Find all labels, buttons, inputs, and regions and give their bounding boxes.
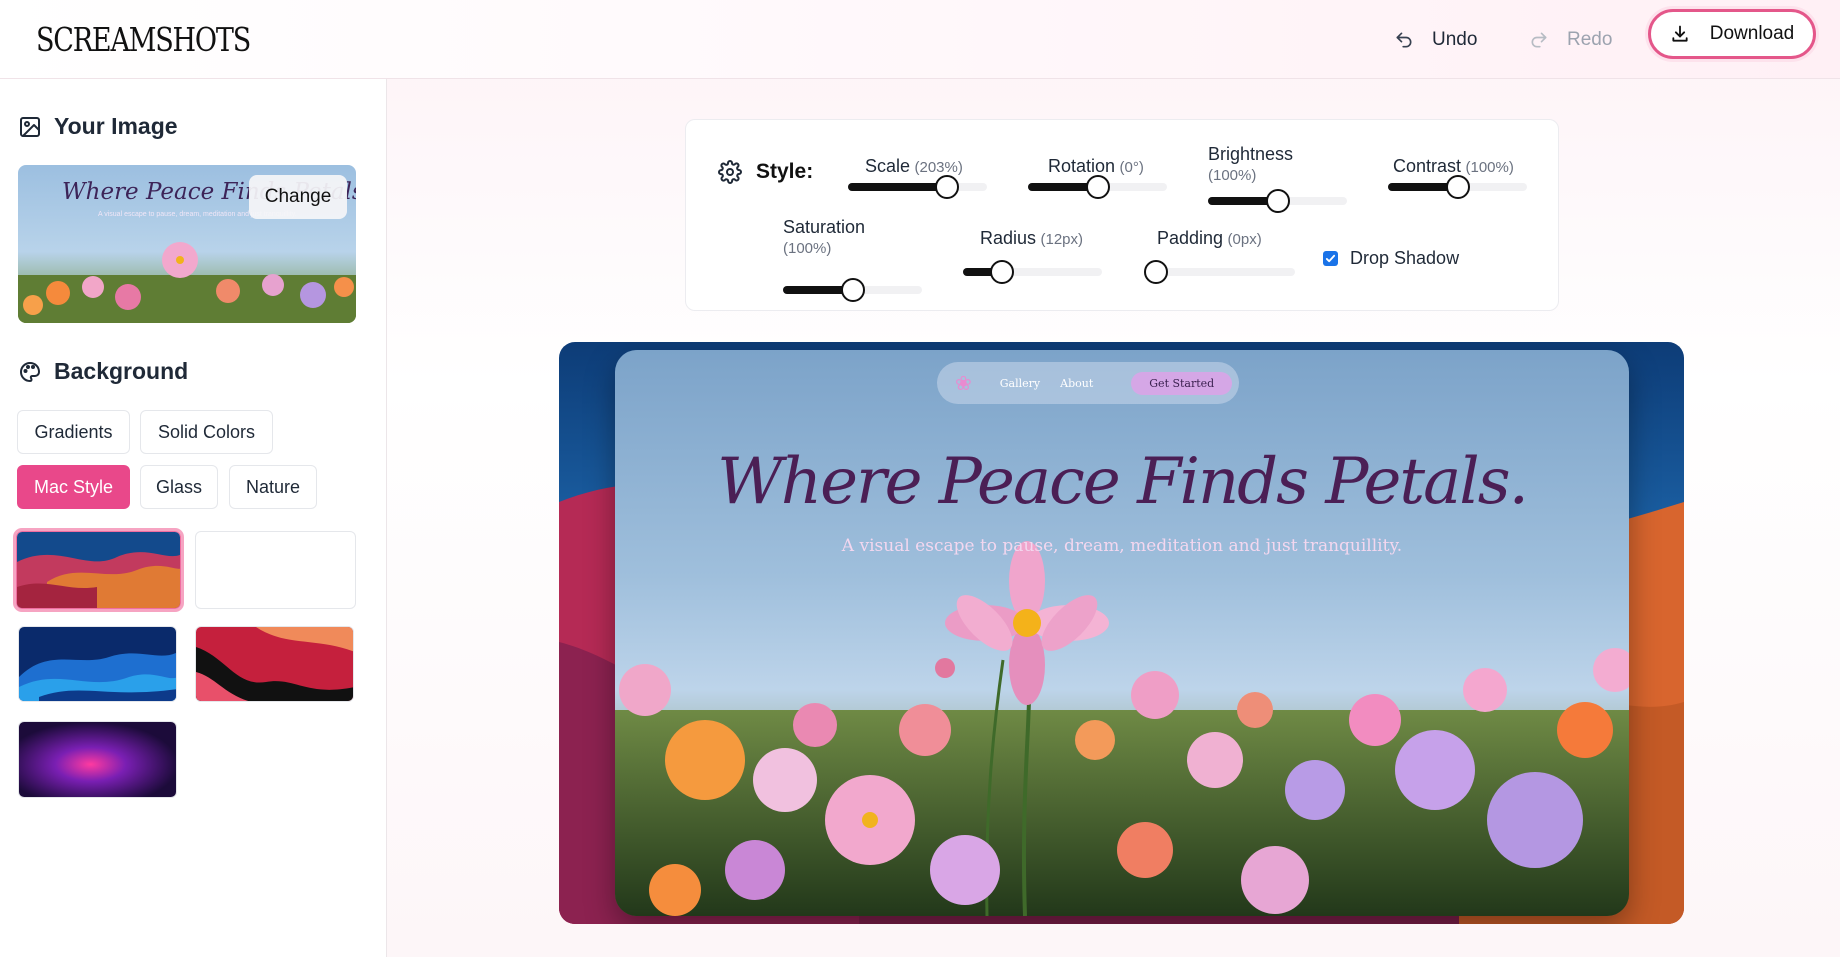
your-image-heading: Your Image xyxy=(18,113,178,140)
radius-value: (12px) xyxy=(1040,231,1084,248)
undo-button[interactable]: Undo xyxy=(1394,20,1477,60)
tab-mac-style[interactable]: Mac Style xyxy=(17,465,130,509)
preview-get-started: Get Started xyxy=(1131,371,1233,395)
scale-value: (203%) xyxy=(914,159,963,176)
swatch-blank-white[interactable] xyxy=(195,531,356,609)
rotation-label: Rotation xyxy=(1048,156,1116,176)
undo-icon xyxy=(1396,32,1412,48)
swatch-mac-blue-waves[interactable] xyxy=(18,626,177,702)
saturation-label: Saturation xyxy=(783,217,866,237)
padding-value: (0px) xyxy=(1227,231,1262,248)
scale-label: Scale xyxy=(865,156,911,176)
style-panel: Style: Scale (203%) Rotation (0°) Bright… xyxy=(685,119,1559,311)
scale-fill xyxy=(848,183,947,191)
tab-gradients[interactable]: Gradients xyxy=(17,410,130,454)
undo-label: Undo xyxy=(1432,29,1478,50)
flower-field-art xyxy=(615,541,1629,916)
saturation-value: (100%) xyxy=(783,240,832,257)
preview-title: Where Peace Finds Petals. xyxy=(717,445,1529,519)
radius-control: Radius (12px) xyxy=(980,226,1083,251)
brightness-label: Brightness xyxy=(1208,144,1294,164)
scale-knob[interactable] xyxy=(934,175,959,199)
preview-navbar: ❀ Gallery About Get Started xyxy=(937,362,1239,404)
palette-icon xyxy=(20,361,40,382)
drop-shadow-toggle[interactable]: Drop Shadow xyxy=(1323,248,1459,269)
drop-shadow-label: Drop Shadow xyxy=(1350,248,1460,268)
change-image-button[interactable]: Change xyxy=(249,175,347,219)
contrast-slider[interactable] xyxy=(1388,175,1527,199)
redo-button[interactable]: Redo xyxy=(1529,20,1612,60)
brightness-knob[interactable] xyxy=(1265,189,1290,213)
tab-nature[interactable]: Nature xyxy=(229,465,317,509)
redo-icon xyxy=(1531,32,1547,48)
background-heading: Background xyxy=(18,358,188,385)
brightness-slider[interactable] xyxy=(1208,189,1347,213)
download-label: Download xyxy=(1709,23,1795,44)
rotation-knob[interactable] xyxy=(1085,175,1110,199)
scale-slider[interactable] xyxy=(848,175,987,199)
contrast-knob[interactable] xyxy=(1445,175,1470,199)
your-image-title: Your Image xyxy=(54,113,178,139)
radius-knob[interactable] xyxy=(989,260,1014,284)
swatch-mac-red-black[interactable] xyxy=(195,626,354,702)
rotation-value: (0°) xyxy=(1119,159,1144,176)
preview-subtitle: A visual escape to pause, dream, meditat… xyxy=(841,536,1403,556)
swatch-art xyxy=(19,722,176,797)
radius-slider[interactable] xyxy=(963,260,1102,284)
tab-glass[interactable]: Glass xyxy=(140,465,218,509)
contrast-label: Contrast xyxy=(1393,156,1462,176)
download-icon xyxy=(1672,25,1688,42)
screenshot-image: ❀ Gallery About Get Started Where Peace … xyxy=(615,350,1629,916)
gear-icon xyxy=(718,160,742,184)
saturation-slider[interactable] xyxy=(783,278,922,302)
padding-control: Padding (0px) xyxy=(1157,226,1262,251)
app-header: SCREAMSHOTS Undo Redo Download xyxy=(0,0,1840,79)
padding-knob[interactable] xyxy=(1144,260,1168,284)
contrast-value: (100%) xyxy=(1465,159,1514,176)
padding-label: Padding xyxy=(1157,228,1224,248)
brightness-value: (100%) xyxy=(1208,167,1257,184)
padding-slider[interactable] xyxy=(1144,260,1295,284)
check-icon xyxy=(1325,254,1336,263)
swatch-mac-purple-glow[interactable] xyxy=(18,721,177,798)
download-button[interactable]: Download xyxy=(1648,9,1816,59)
redo-label: Redo xyxy=(1567,29,1613,50)
app-logo[interactable]: SCREAMSHOTS xyxy=(36,20,251,59)
image-thumbnail[interactable]: Where Peace Finds Petals. A visual escap… xyxy=(18,165,356,323)
background-title: Background xyxy=(54,358,189,384)
saturation-control: Saturation (100%) xyxy=(783,215,893,257)
drop-shadow-checkbox[interactable] xyxy=(1323,251,1338,266)
image-icon xyxy=(20,116,40,137)
style-heading: Style: xyxy=(718,160,813,184)
swatch-art xyxy=(196,627,353,701)
flower-icon: ❀ xyxy=(955,371,972,395)
swatch-art xyxy=(19,627,176,701)
preview-nav-about: About xyxy=(1060,376,1094,390)
swatch-art xyxy=(17,532,180,608)
brightness-control: Brightness (100%) xyxy=(1208,142,1318,184)
radius-label: Radius xyxy=(980,228,1037,248)
saturation-knob[interactable] xyxy=(840,278,865,302)
preview-nav-gallery: Gallery xyxy=(999,376,1041,390)
rotation-slider[interactable] xyxy=(1028,175,1167,199)
tab-solid-colors[interactable]: Solid Colors xyxy=(140,410,273,454)
swatch-mac-sonoma-orange[interactable] xyxy=(13,528,184,612)
preview-canvas[interactable]: ❀ Gallery About Get Started Where Peace … xyxy=(559,342,1684,924)
sidebar: Your Image Where Peace Finds Petals. A v… xyxy=(0,79,387,957)
style-title: Style: xyxy=(756,160,814,183)
